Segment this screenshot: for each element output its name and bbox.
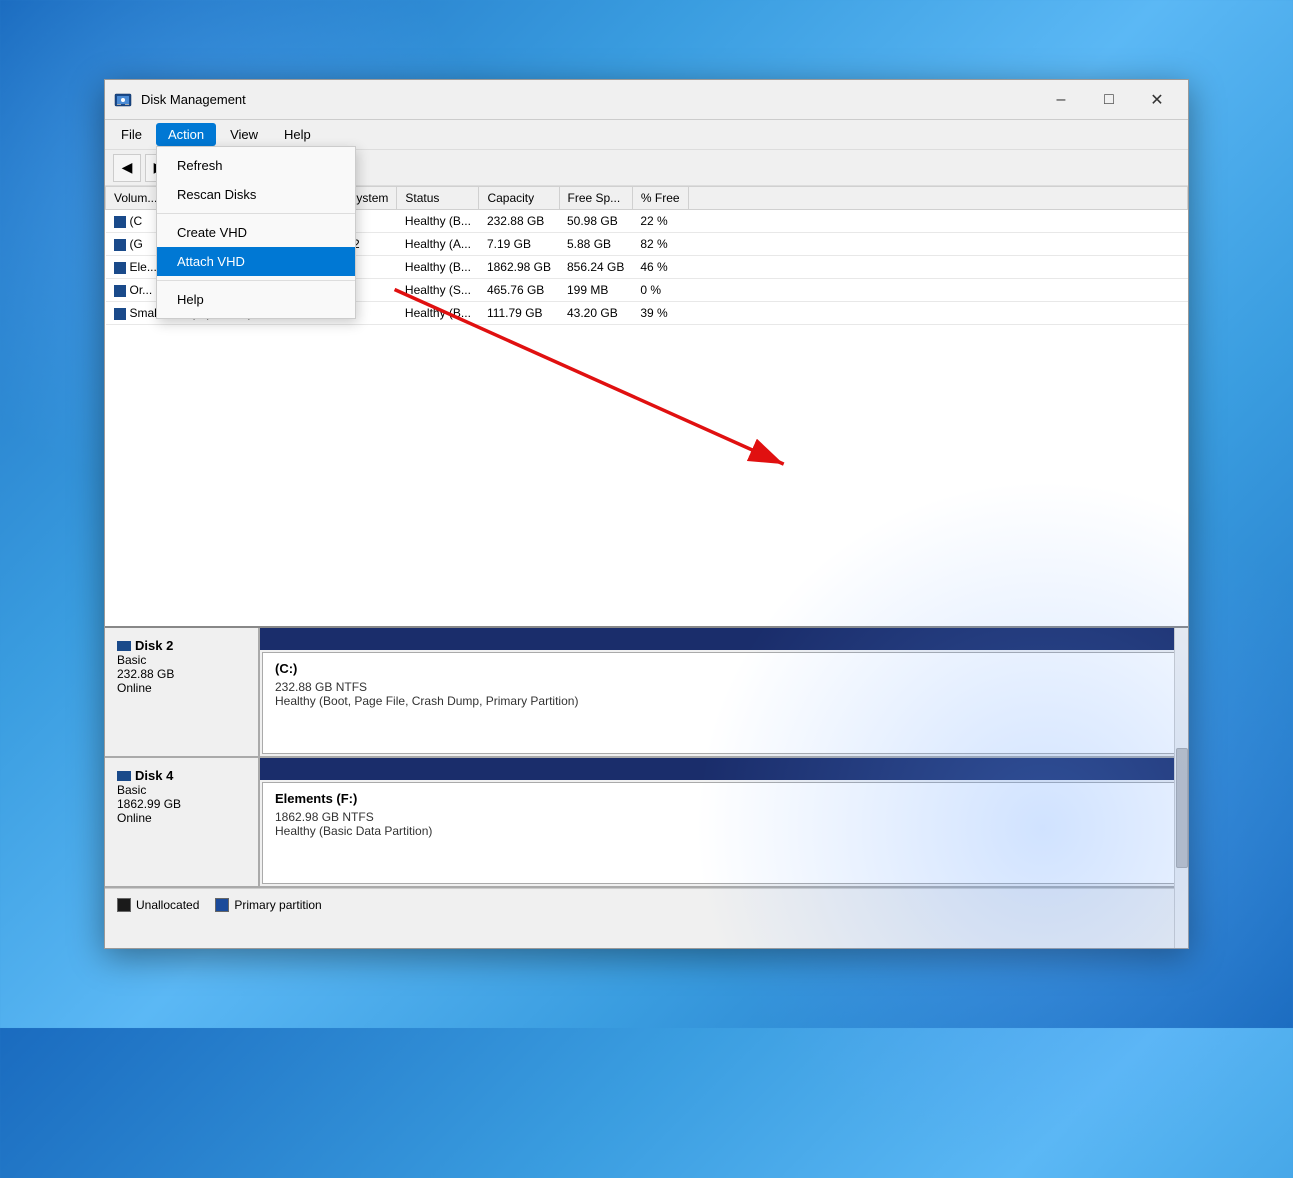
disk-partition-area: (C:) 232.88 GB NTFS Healthy (Boot, Page … bbox=[260, 628, 1188, 756]
cell-status: Healthy (S... bbox=[397, 279, 479, 302]
disk-header-bar bbox=[260, 758, 1188, 780]
col-freespace[interactable]: Free Sp... bbox=[559, 187, 632, 210]
maximize-button[interactable]: □ bbox=[1086, 84, 1132, 116]
disk-area: Disk 2 Basic 232.88 GB Online (C:) 232.8… bbox=[105, 628, 1188, 948]
file-menu[interactable]: File bbox=[109, 123, 154, 146]
legend-primary-box bbox=[215, 898, 229, 912]
cell-capacity: 465.76 GB bbox=[479, 279, 559, 302]
disk-partition[interactable]: Elements (F:) 1862.98 GB NTFS Healthy (B… bbox=[262, 782, 1186, 884]
partition-status: Healthy (Boot, Page File, Crash Dump, Pr… bbox=[275, 694, 1173, 708]
action-menu[interactable]: Action bbox=[156, 123, 216, 146]
col-status[interactable]: Status bbox=[397, 187, 479, 210]
attach-vhd-item[interactable]: Attach VHD bbox=[157, 247, 355, 276]
cell-percentfree: 39 % bbox=[632, 302, 688, 325]
disk-partition[interactable]: (C:) 232.88 GB NTFS Healthy (Boot, Page … bbox=[262, 652, 1186, 754]
col-percentfree[interactable]: % Free bbox=[632, 187, 688, 210]
window-controls: – □ ✕ bbox=[1038, 84, 1180, 116]
cell-status: Healthy (A... bbox=[397, 233, 479, 256]
close-button[interactable]: ✕ bbox=[1134, 84, 1180, 116]
cell-status: Healthy (B... bbox=[397, 256, 479, 279]
legend-unallocated-label: Unallocated bbox=[136, 898, 199, 912]
cell-capacity: 1862.98 GB bbox=[479, 256, 559, 279]
disk-size: 1862.99 GB bbox=[117, 797, 246, 811]
help-item[interactable]: Help bbox=[157, 285, 355, 314]
disk-size: 232.88 GB bbox=[117, 667, 246, 681]
disk-rows-container: Disk 2 Basic 232.88 GB Online (C:) 232.8… bbox=[105, 628, 1188, 888]
window-title: Disk Management bbox=[141, 92, 1038, 107]
help-menu[interactable]: Help bbox=[272, 123, 323, 146]
disk-name-label: Disk 4 bbox=[135, 768, 173, 783]
file-menu-wrapper: File bbox=[109, 123, 154, 146]
disk-name: Disk 2 bbox=[117, 638, 246, 653]
partition-size-fs: 232.88 GB NTFS bbox=[275, 680, 1173, 694]
partition-title: (C:) bbox=[275, 661, 1173, 676]
cell-freespace: 199 MB bbox=[559, 279, 632, 302]
disk-partition-area: Elements (F:) 1862.98 GB NTFS Healthy (B… bbox=[260, 758, 1188, 886]
disk-status: Online bbox=[117, 681, 246, 695]
disk-row: Disk 2 Basic 232.88 GB Online (C:) 232.8… bbox=[105, 628, 1188, 758]
cell-percentfree: 22 % bbox=[632, 210, 688, 233]
disk-row: Disk 4 Basic 1862.99 GB Online Elements … bbox=[105, 758, 1188, 888]
disk-name-label: Disk 2 bbox=[135, 638, 173, 653]
app-icon bbox=[113, 90, 133, 110]
action-dropdown: Refresh Rescan Disks Create VHD Attach V… bbox=[156, 146, 356, 319]
legend-bar: Unallocated Primary partition bbox=[105, 888, 1188, 920]
minimize-button[interactable]: – bbox=[1038, 84, 1084, 116]
disk-icon bbox=[117, 641, 131, 651]
cell-freespace: 43.20 GB bbox=[559, 302, 632, 325]
disk-header-bar bbox=[260, 628, 1188, 650]
back-button[interactable]: ◀ bbox=[113, 154, 141, 182]
action-menu-wrapper: Action Refresh Rescan Disks Create VHD A… bbox=[156, 123, 216, 146]
disk-icon bbox=[117, 771, 131, 781]
col-capacity[interactable]: Capacity bbox=[479, 187, 559, 210]
cell-capacity: 111.79 GB bbox=[479, 302, 559, 325]
legend-primary: Primary partition bbox=[215, 898, 321, 912]
rescan-item[interactable]: Rescan Disks bbox=[157, 180, 355, 209]
cell-percentfree: 0 % bbox=[632, 279, 688, 302]
cell-freespace: 5.88 GB bbox=[559, 233, 632, 256]
disk-info: Disk 2 Basic 232.88 GB Online bbox=[105, 628, 260, 756]
disk-type: Basic bbox=[117, 783, 246, 797]
cell-status: Healthy (B... bbox=[397, 302, 479, 325]
disk-type: Basic bbox=[117, 653, 246, 667]
scrollbar[interactable] bbox=[1174, 628, 1188, 948]
partition-status: Healthy (Basic Data Partition) bbox=[275, 824, 1173, 838]
dropdown-separator-2 bbox=[157, 280, 355, 281]
cell-freespace: 856.24 GB bbox=[559, 256, 632, 279]
cell-status: Healthy (B... bbox=[397, 210, 479, 233]
legend-unallocated: Unallocated bbox=[117, 898, 199, 912]
cell-capacity: 232.88 GB bbox=[479, 210, 559, 233]
scrollbar-thumb[interactable] bbox=[1176, 748, 1188, 868]
create-vhd-item[interactable]: Create VHD bbox=[157, 218, 355, 247]
partition-title: Elements (F:) bbox=[275, 791, 1173, 806]
disk-info: Disk 4 Basic 1862.99 GB Online bbox=[105, 758, 260, 886]
refresh-item[interactable]: Refresh bbox=[157, 151, 355, 180]
menu-bar: File Action Refresh Rescan Disks Create … bbox=[105, 120, 1188, 150]
col-extra bbox=[688, 187, 1187, 210]
partition-size-fs: 1862.98 GB NTFS bbox=[275, 810, 1173, 824]
disk-management-window: Disk Management – □ ✕ File Action Refres… bbox=[104, 79, 1189, 949]
title-bar: Disk Management – □ ✕ bbox=[105, 80, 1188, 120]
disk-name: Disk 4 bbox=[117, 768, 246, 783]
cell-percentfree: 46 % bbox=[632, 256, 688, 279]
dropdown-separator bbox=[157, 213, 355, 214]
view-menu[interactable]: View bbox=[218, 123, 270, 146]
disk-status: Online bbox=[117, 811, 246, 825]
cell-freespace: 50.98 GB bbox=[559, 210, 632, 233]
legend-unallocated-box bbox=[117, 898, 131, 912]
cell-percentfree: 82 % bbox=[632, 233, 688, 256]
cell-capacity: 7.19 GB bbox=[479, 233, 559, 256]
legend-primary-label: Primary partition bbox=[234, 898, 321, 912]
